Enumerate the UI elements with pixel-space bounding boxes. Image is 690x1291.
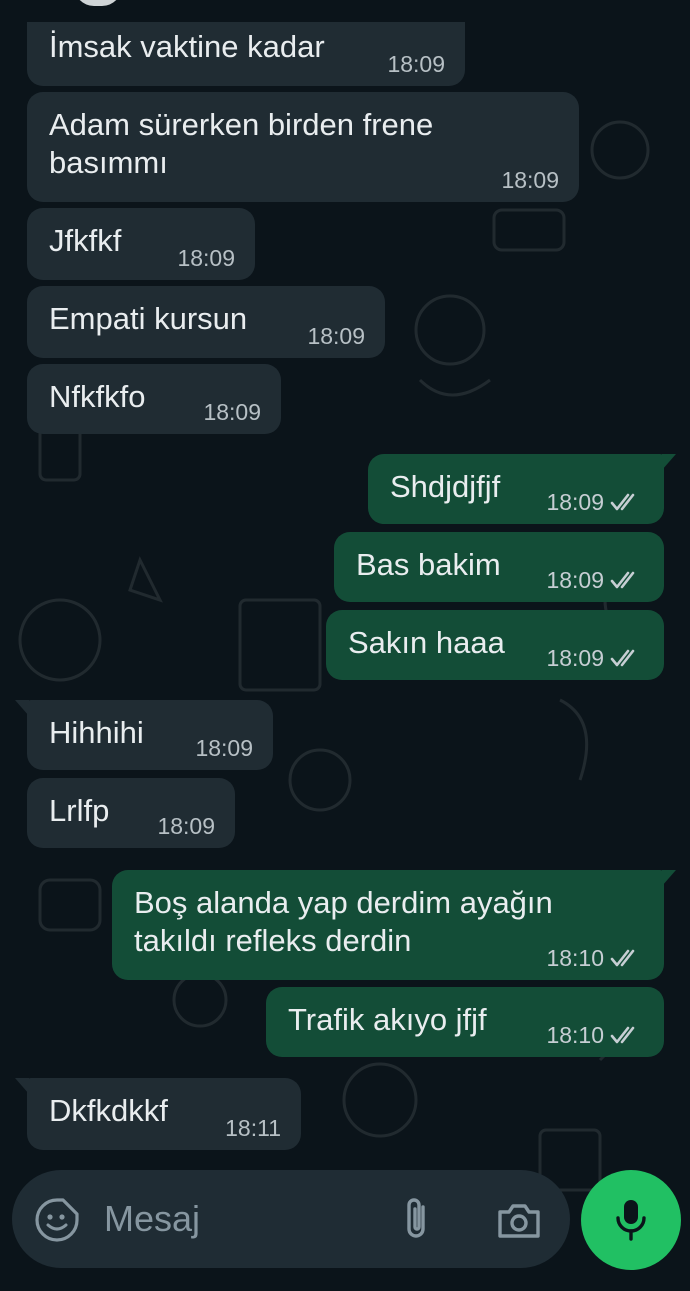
message-bubble-incoming[interactable]: Jfkfkf 18:09 — [27, 208, 255, 280]
message-bubble-incoming[interactable]: Hihhihi 18:09 — [15, 700, 273, 770]
double-check-read-icon — [610, 649, 635, 667]
message-bubble-incoming[interactable]: Lrlfp 18:09 — [27, 778, 235, 848]
message-meta: 18:09 — [546, 568, 644, 592]
message-bubble-incoming[interactable]: Empati kursun 18:09 — [27, 286, 385, 358]
message-bubble-incoming[interactable]: İmsak vaktine kadar 18:09 — [27, 22, 465, 86]
message-bubble-outgoing[interactable]: Sakın haaa 18:09 — [326, 610, 664, 680]
camera-icon[interactable] — [496, 1200, 542, 1240]
message-bubble-outgoing[interactable]: Boş alanda yap derdim ayağın takıldı ref… — [112, 870, 676, 980]
message-text: Dkfkdkkf — [49, 1093, 168, 1128]
message-time: 18:09 — [177, 245, 235, 271]
message-meta: 18:09 — [546, 490, 644, 514]
message-input[interactable]: Mesaj — [104, 1198, 200, 1240]
message-bubble-incoming[interactable]: Dkfkdkkf 18:11 — [15, 1078, 301, 1150]
message-bubble-outgoing[interactable]: Shdjdjfjf 18:09 — [368, 454, 676, 524]
message-time: 18:09 — [307, 323, 365, 349]
message-meta: 18:10 — [546, 1023, 644, 1047]
system-nav-bar — [0, 1280, 690, 1291]
message-time: 18:09 — [203, 399, 261, 425]
message-time: 18:10 — [546, 1022, 604, 1048]
message-text: İmsak vaktine kadar — [49, 29, 325, 64]
double-check-read-icon — [610, 571, 635, 589]
message-text: Jfkfkf — [49, 223, 122, 258]
paperclip-icon[interactable] — [396, 1195, 436, 1243]
message-bubble-incoming[interactable]: Nfkfkfo 18:09 — [27, 364, 281, 434]
message-bubble-incoming[interactable]: Adam sürerken birden frene basımmı 18:09 — [27, 92, 579, 202]
message-text: Bas bakim — [356, 547, 501, 582]
message-text: Lrlfp — [49, 793, 110, 828]
message-text: Adam sürerken birden frene basımmı — [49, 107, 434, 180]
sticker-emoji-icon[interactable] — [34, 1197, 80, 1243]
double-check-read-icon — [610, 493, 635, 511]
double-check-read-icon — [610, 949, 635, 967]
message-bubble-outgoing[interactable]: Trafik akıyo jfjf 18:10 — [266, 987, 664, 1057]
message-time: 18:09 — [546, 567, 604, 593]
voice-record-button[interactable] — [581, 1170, 681, 1270]
message-time: 18:09 — [546, 489, 604, 515]
message-text: Nfkfkfo — [49, 379, 146, 414]
message-composer[interactable]: Mesaj — [12, 1170, 570, 1268]
bubble-tail — [15, 700, 29, 716]
message-meta: 18:10 — [546, 946, 644, 970]
message-bubble-outgoing[interactable]: Bas bakim 18:09 — [334, 532, 664, 602]
message-text: Empati kursun — [49, 301, 248, 336]
double-check-read-icon — [610, 1026, 635, 1044]
message-list[interactable]: İmsak vaktine kadar 18:09 Adam sürerken … — [0, 0, 690, 1165]
message-text: Shdjdjfjf — [390, 469, 501, 504]
bubble-tail — [15, 1078, 29, 1094]
message-time: 18:09 — [501, 167, 559, 193]
message-time: 18:10 — [546, 945, 604, 971]
microphone-icon — [616, 1200, 646, 1241]
message-text: Sakın haaa — [348, 625, 505, 660]
message-text: Trafik akıyo jfjf — [288, 1002, 487, 1037]
message-text: Hihhihi — [49, 715, 144, 750]
message-time: 18:09 — [546, 645, 604, 671]
message-meta: 18:09 — [546, 646, 644, 670]
message-time: 18:11 — [225, 1115, 281, 1141]
bubble-tail — [662, 870, 676, 886]
bubble-tail — [662, 454, 676, 470]
message-time: 18:09 — [195, 735, 253, 761]
message-time: 18:09 — [387, 51, 445, 77]
message-time: 18:09 — [157, 813, 215, 839]
